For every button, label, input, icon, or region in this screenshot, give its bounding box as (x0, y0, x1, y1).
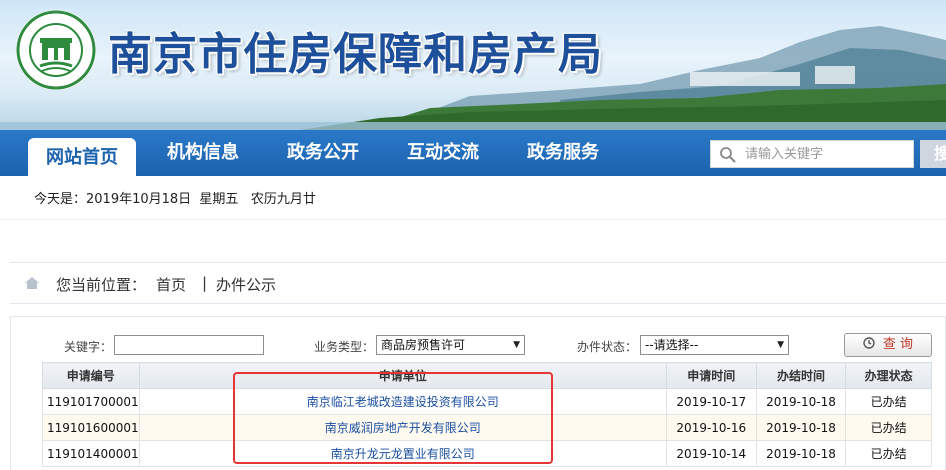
column-header-apply-date: 申请时间 (665, 362, 757, 389)
cell-application-no: 119101700001 (42, 388, 140, 415)
dropdown-arrow-icon: ▼ (513, 340, 520, 350)
cell-complete-date: 2019-10-18 (755, 414, 847, 441)
cell-applicant-unit-link[interactable]: 南京威润房地产开发有限公司 (138, 414, 667, 441)
search-box (710, 140, 914, 168)
breadcrumb-home-link[interactable]: 首页 (156, 274, 186, 295)
breadcrumb-prefix: 您当前位置： (56, 276, 147, 294)
cell-applicant-unit-link[interactable]: 南京升龙元龙置业有限公司 (138, 440, 667, 467)
date-text: 今天是：2019年10月18日 星期五 农历九月廿 (34, 192, 316, 207)
cell-complete-date: 2019-10-18 (755, 440, 847, 467)
nav-item-home[interactable]: 网站首页 (28, 138, 136, 176)
nav-item-gov-services[interactable]: 政务服务 (510, 130, 616, 176)
cell-status: 已办结 (845, 440, 932, 467)
cell-apply-date: 2019-10-14 (665, 440, 757, 467)
nav-item-gov-affairs-open[interactable]: 政务公开 (270, 130, 376, 176)
business-type-select[interactable]: 商品房预售许可 ▼ (376, 335, 525, 355)
cell-apply-date: 2019-10-17 (665, 388, 757, 415)
breadcrumb: 您当前位置： 首页 | 办件公示 (10, 262, 946, 304)
keyword-input[interactable] (114, 335, 264, 355)
table-row[interactable]: 119101600001 南京威润房地产开发有限公司 2019-10-16 20… (42, 414, 932, 441)
case-status-select[interactable]: --请选择-- ▼ (640, 335, 789, 355)
site-banner: 南京市住房保障和房产局 (0, 0, 946, 130)
date-bar: 今天是：2019年10月18日 星期五 农历九月廿 (0, 176, 946, 220)
nav-item-org-info[interactable]: 机构信息 (150, 130, 256, 176)
cell-application-no: 119101600001 (42, 414, 140, 441)
case-status-label: 办件状态： (577, 340, 638, 354)
cell-status: 已办结 (845, 388, 932, 415)
home-icon (25, 277, 39, 289)
nav-item-interaction[interactable]: 互动交流 (390, 130, 496, 176)
cell-applicant-unit-link[interactable]: 南京临江老城改造建设投资有限公司 (138, 388, 667, 415)
query-button-label: 查 询 (882, 337, 914, 352)
business-type-value: 商品房预售许可 (381, 338, 466, 352)
column-header-applicant-unit: 申请单位 (138, 362, 667, 389)
breadcrumb-separator: | (202, 274, 208, 292)
cell-status: 已办结 (845, 414, 932, 441)
query-button[interactable]: 查 询 (844, 333, 932, 357)
cell-apply-date: 2019-10-16 (665, 414, 757, 441)
case-status-value: --请选择-- (645, 338, 699, 352)
cell-complete-date: 2019-10-18 (755, 388, 847, 415)
column-header-complete-date: 办结时间 (755, 362, 847, 389)
table-row[interactable]: 119101700001 南京临江老城改造建设投资有限公司 2019-10-17… (42, 388, 932, 415)
site-title: 南京市住房保障和房产局 (108, 29, 603, 80)
breadcrumb-current: 办件公示 (216, 276, 277, 294)
column-header-status: 办理状态 (845, 362, 932, 389)
site-logo (16, 10, 96, 90)
table-header-row: 申请编号 申请单位 申请时间 办结时间 办理状态 (42, 362, 932, 389)
cell-application-no: 119101400001 (42, 440, 140, 467)
search-button[interactable]: 搜 (920, 140, 946, 168)
table-row[interactable]: 119101400001 南京升龙元龙置业有限公司 2019-10-14 201… (42, 440, 932, 467)
search-icon (720, 147, 736, 163)
results-table: 申请编号 申请单位 申请时间 办结时间 办理状态 119101700001 南京… (42, 362, 932, 467)
search-input[interactable] (745, 144, 909, 164)
query-icon (863, 337, 875, 349)
dropdown-arrow-icon: ▼ (777, 340, 784, 350)
column-header-application-no: 申请编号 (42, 362, 140, 389)
business-type-label: 业务类型： (314, 340, 375, 354)
keyword-label: 关键字： (64, 340, 113, 354)
